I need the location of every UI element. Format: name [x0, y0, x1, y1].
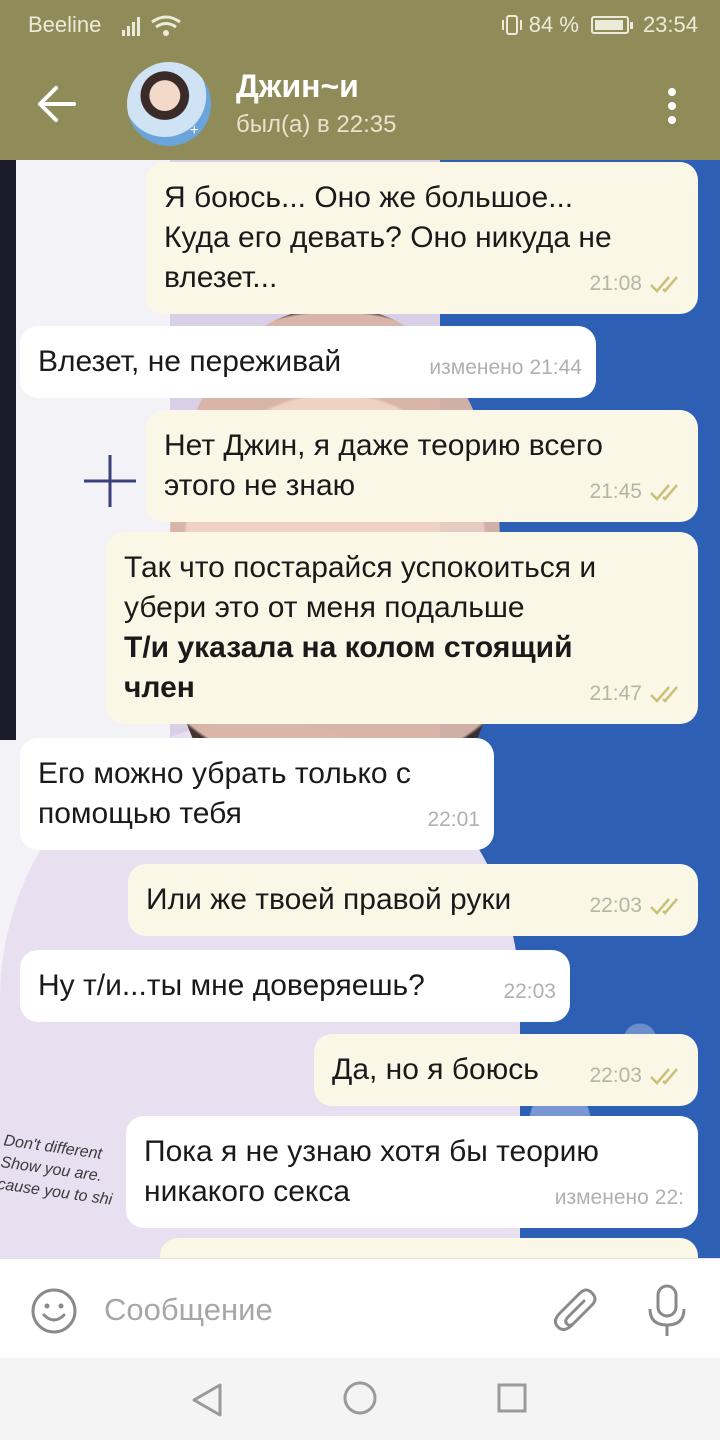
microphone-icon[interactable]	[646, 1283, 688, 1339]
message-time: 22:	[654, 1186, 684, 1209]
double-check-icon	[650, 686, 678, 703]
message-time: 22:03	[589, 1064, 642, 1087]
message-time: 22:03	[503, 980, 556, 1003]
message-meta: 21:08	[589, 264, 684, 304]
message-meta: 22:03	[503, 972, 556, 1012]
signal-wifi-icon	[122, 15, 181, 36]
message-bubble-outgoing[interactable]: Да, но я боюсь 22:03	[314, 1034, 698, 1106]
chat-messages-area[interactable]: Don't different Show you are. cause you …	[0, 160, 720, 1258]
message-meta: 22:03	[589, 886, 684, 926]
double-check-icon	[650, 1068, 678, 1085]
back-arrow-icon[interactable]	[34, 84, 76, 124]
nav-back-icon[interactable]	[190, 1382, 224, 1418]
emoji-icon[interactable]	[30, 1287, 78, 1335]
system-navigation-bar	[0, 1358, 720, 1440]
message-bubble-partial[interactable]	[160, 1238, 698, 1258]
nav-home-icon[interactable]	[342, 1380, 378, 1416]
message-composer	[0, 1258, 720, 1358]
message-bubble-outgoing[interactable]: Или же твоей правой руки 22:03	[128, 864, 698, 936]
message-bubble-incoming[interactable]: Влезет, не переживай изменено 21:44	[20, 326, 596, 398]
message-meta: изменено 21:44	[429, 348, 582, 388]
message-time: 21:08	[589, 272, 642, 295]
message-input[interactable]	[104, 1287, 524, 1333]
clock: 23:54	[642, 12, 698, 37]
message-text: Так что постарайся успокоиться и убери э…	[124, 551, 597, 624]
message-text: Его можно убрать только с помощью тебя	[38, 757, 411, 830]
nav-recents-icon[interactable]	[496, 1382, 528, 1414]
message-time: 22:03	[589, 894, 642, 917]
message-bubble-incoming[interactable]: Его можно убрать только с помощью тебя 2…	[20, 738, 494, 850]
message-meta: 22:01	[427, 800, 480, 840]
message-meta: 21:47	[589, 674, 684, 714]
battery-percent: 84 %	[528, 12, 579, 37]
contact-avatar[interactable]	[127, 62, 211, 146]
message-meta: 21:45	[589, 472, 684, 512]
message-bubble-outgoing[interactable]: Я боюсь... Оно же большое... Куда его де…	[146, 162, 698, 314]
double-check-icon	[650, 484, 678, 501]
edited-label: изменено	[429, 356, 524, 379]
carrier-label: Beeline	[28, 12, 102, 37]
message-text: Ну т/и...ты мне доверяешь?	[38, 969, 425, 1002]
message-bubble-incoming[interactable]: Пока я не узнаю хотя бы теорию никакого …	[126, 1116, 698, 1228]
chat-header: Джин~и был(а) в 22:35	[0, 48, 720, 160]
double-check-icon	[650, 898, 678, 915]
message-bubble-outgoing[interactable]: Нет Джин, я даже теорию всего этого не з…	[146, 410, 698, 522]
message-meta: изменено 22:	[555, 1178, 684, 1218]
message-meta: 22:03	[589, 1056, 684, 1096]
message-bubble-outgoing[interactable]: Так что постарайся успокоиться и убери э…	[106, 532, 698, 724]
more-options-icon[interactable]	[662, 86, 682, 126]
message-time: 21:47	[589, 682, 642, 705]
message-time: 21:44	[529, 356, 582, 379]
contact-name[interactable]: Джин~и	[236, 68, 359, 105]
message-bubble-incoming[interactable]: Ну т/и...ты мне доверяешь? 22:03	[20, 950, 570, 1022]
edited-label: изменено	[554, 1186, 649, 1209]
status-bar: Beeline 84 % 23:54	[0, 0, 720, 48]
message-time: 22:01	[427, 808, 480, 831]
double-check-icon	[650, 276, 678, 293]
message-time: 21:45	[589, 480, 642, 503]
battery-icon	[590, 16, 633, 34]
paperclip-icon[interactable]	[552, 1285, 600, 1337]
wallpaper-plus-icon	[84, 455, 136, 507]
wallpaper-edge	[0, 160, 16, 740]
last-seen-status: был(а) в 22:35	[236, 111, 397, 138]
vibrate-icon	[501, 15, 522, 35]
